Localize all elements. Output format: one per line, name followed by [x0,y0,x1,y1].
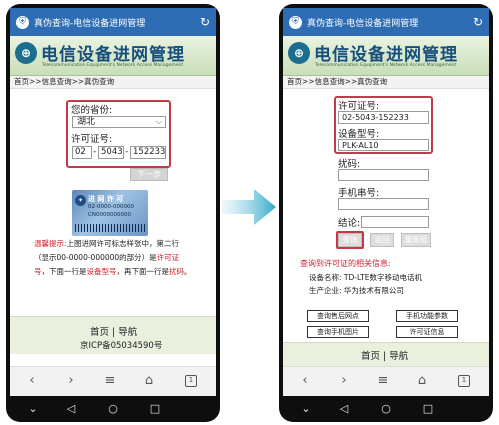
barcode-graphic [75,224,145,232]
browser-screen: ⛨ 真伪查询-电信设备进网管理 ↻ ⊕ 电信设备进网管理 Telecommuni… [10,8,216,396]
license-part2-input[interactable]: 5043 [98,146,124,159]
hint-text-part2: ，下面一行是 [41,267,87,276]
phone-screenshot-result-step: ⛨ 真伪查询-电信设备进网管理 ↻ ⊕ 电信设备进网管理 Telecommuni… [279,4,493,422]
sample-line2: 02-0000-000000 [88,204,134,210]
banner-subtitle: Telecommunication Equipment's Network Ac… [315,63,457,68]
breadcrumb: 首页>>信息查询>>真伪查询 [283,76,489,89]
reverify-button[interactable]: 重新验证 [401,233,431,256]
footer-links[interactable]: 首页 | 导航 [90,324,137,338]
dash-separator: - [93,147,97,157]
hint-model-link[interactable]: 设备型号 [87,267,117,276]
browser-nav-bar: ‹ › ≡ ⌂ 1 [10,366,216,396]
system-key-bar: ⌄ ◁ ○ □ [279,396,493,422]
license-label: 许可证号: [71,134,113,145]
license-part1-input[interactable]: 02 [72,146,92,159]
phone-pictures-button[interactable]: 查询手机图片 [307,326,369,338]
home-icon[interactable]: ⌂ [412,373,432,388]
scramble-input[interactable] [338,169,429,181]
back-icon[interactable]: ‹ [295,373,315,388]
collapse-icon[interactable]: ⌄ [297,402,315,415]
site-logo-icon: ⊕ [288,42,310,64]
province-select[interactable]: 湖北 ⌵ [72,116,166,128]
refresh-icon[interactable]: ↻ [473,15,483,29]
dash-separator: - [125,147,129,157]
hint-text-part3: ，再下面一行是 [116,267,170,276]
page-title: 真伪查询-电信设备进网管理 [307,18,419,29]
province-label: 您的省份: [71,105,113,116]
refresh-icon[interactable]: ↻ [200,15,210,29]
chevron-down-icon: ⌵ [155,117,162,126]
result-field [361,216,429,228]
system-recent-icon[interactable]: □ [419,402,437,415]
breadcrumb: 首页>>信息查询>>真伪查询 [10,76,216,89]
license-label-sample-image: ✦ 进 网 许 可 02-0000-000000 CN0000000000 [72,190,148,236]
footer-links[interactable]: 首页 | 导航 [361,348,408,362]
system-back-icon[interactable]: ◁ [62,402,80,415]
phone-screenshot-input-step: ⛨ 真伪查询-电信设备进网管理 ↻ ⊕ 电信设备进网管理 Telecommuni… [6,4,220,422]
site-logo-icon: ⊕ [15,42,37,64]
back-icon[interactable]: ‹ [22,373,42,388]
serial-input[interactable] [338,198,429,210]
province-value: 湖北 [77,117,96,127]
hint-prefix: 温馨提示: [34,239,67,248]
banner-subtitle: Telecommunication Equipment's Network Ac… [42,63,184,68]
forward-icon[interactable]: › [61,373,81,388]
hint-text: 温馨提示:上图进网许可标志样张中，第二行（显示00-0000-000000的部分… [34,237,194,279]
result-label: 结论: [338,218,361,229]
next-step-button[interactable]: 下一步 [130,168,168,181]
license-info-button[interactable]: 许可证信息 [396,326,458,338]
hint-end: 。 [184,267,192,276]
page-footer: 首页 | 导航 [283,342,489,366]
license-badge-icon: ✦ [75,195,86,206]
browser-title-bar: ⛨ 真伪查询-电信设备进网管理 ↻ [10,8,216,36]
transition-arrow-icon [222,189,276,225]
system-recent-icon[interactable]: □ [146,402,164,415]
hint-scramble-link[interactable]: 扰码 [169,267,184,276]
tabs-icon[interactable]: 1 [458,375,470,387]
menu-icon[interactable]: ≡ [100,373,120,388]
result-header: 查询到许可证的相关信息: [300,259,391,268]
system-home-icon[interactable]: ○ [377,402,395,415]
system-back-icon[interactable]: ◁ [335,402,353,415]
browser-nav-bar: ‹ › ≡ ⌂ 1 [283,366,489,396]
sample-line1: 进 网 许 可 [88,195,124,203]
forward-icon[interactable]: › [334,373,354,388]
license-part3-input[interactable]: 152233 [130,146,166,159]
footer-icp: 京ICP备05034590号 [80,341,163,351]
system-key-bar: ⌄ ◁ ○ □ [6,396,220,422]
banner-title: 电信设备进网管理 [314,45,458,65]
collapse-icon[interactable]: ⌄ [24,402,42,415]
shield-icon: ⛨ [16,15,29,29]
site-banner: ⊕ 电信设备进网管理 Telecommunication Equipment's… [10,36,216,76]
manufacturer-info: 生产企业: 华为技术有限公司 [309,286,404,295]
home-icon[interactable]: ⌂ [139,373,159,388]
service-outlets-button[interactable]: 查询售后网点 [307,310,369,322]
browser-screen: ⛨ 真伪查询-电信设备进网管理 ↻ ⊕ 电信设备进网管理 Telecommuni… [283,8,489,396]
back-button[interactable]: 返回 [370,233,394,247]
page-footer: 首页 | 导航 京ICP备05034590号 [10,316,216,354]
phone-params-button[interactable]: 手机功能参数 [396,310,458,322]
device-name-info: 设备名称: TD-LTE数字移动电话机 [309,273,422,282]
banner-title: 电信设备进网管理 [41,45,185,65]
scramble-label: 扰码: [338,159,361,170]
system-home-icon[interactable]: ○ [104,402,122,415]
browser-title-bar: ⛨ 真伪查询-电信设备进网管理 ↻ [283,8,489,36]
shield-icon: ⛨ [289,15,302,29]
sample-line3: CN0000000000 [88,212,131,218]
license-number-field[interactable]: 02-5043-152233 [338,111,429,124]
license-label: 许可证号: [338,101,380,112]
menu-icon[interactable]: ≡ [373,373,393,388]
query-button[interactable]: 查询 [338,233,362,247]
serial-label: 手机串号: [338,188,380,199]
tabs-icon[interactable]: 1 [185,375,197,387]
page-title: 真伪查询-电信设备进网管理 [34,18,146,29]
model-label: 设备型号: [338,129,380,140]
site-banner: ⊕ 电信设备进网管理 Telecommunication Equipment's… [283,36,489,76]
model-field[interactable]: PLK-AL10 [338,139,429,151]
